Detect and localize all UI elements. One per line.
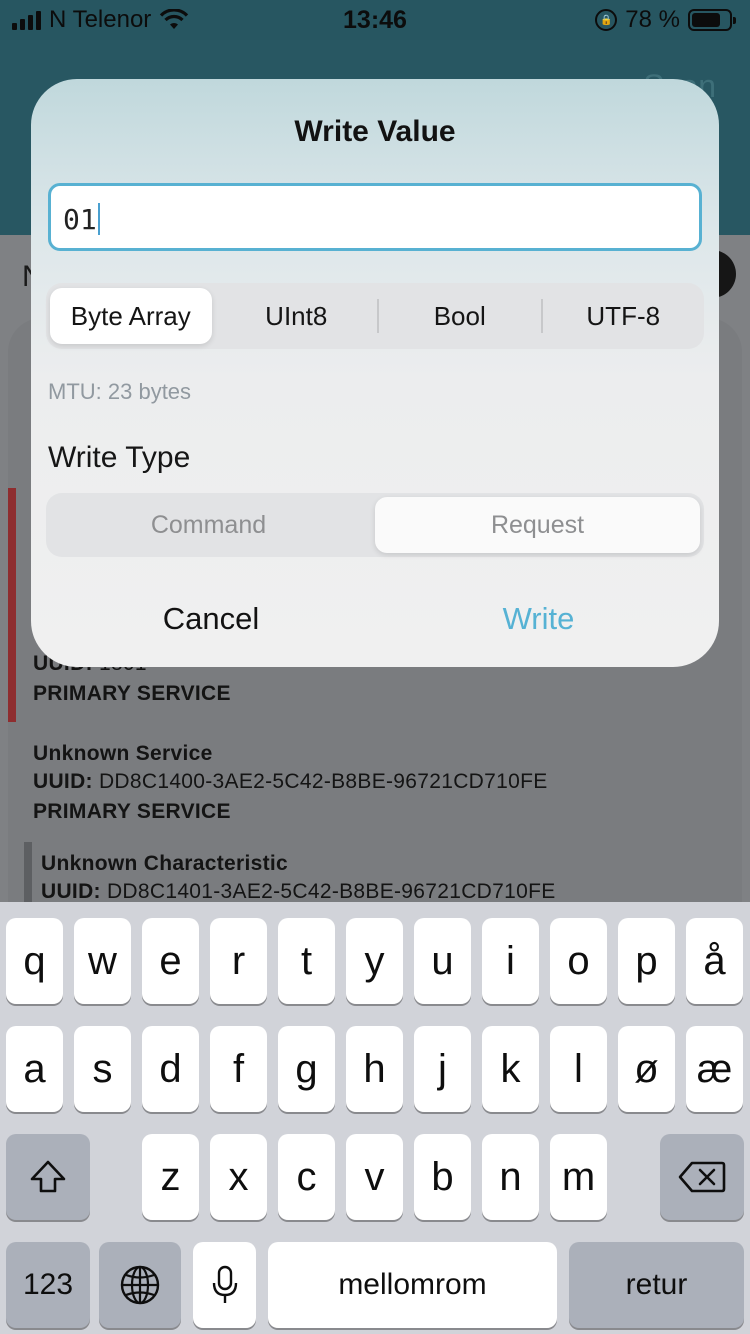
cancel-button[interactable]: Cancel bbox=[126, 601, 296, 637]
key-h[interactable]: h bbox=[346, 1026, 403, 1112]
dialog-title: Write Value bbox=[294, 115, 456, 148]
service-name-2[interactable]: Unknown Service bbox=[33, 742, 213, 766]
battery-fill bbox=[692, 13, 721, 27]
backspace-key[interactable] bbox=[660, 1134, 744, 1220]
uuid-label: UUID: bbox=[41, 880, 101, 903]
segment-uint8[interactable]: UInt8 bbox=[216, 288, 378, 344]
key-j[interactable]: j bbox=[414, 1026, 471, 1112]
key-e[interactable]: e bbox=[142, 918, 199, 1004]
battery-percent: 78 % bbox=[625, 6, 680, 33]
uuid-value: DD8C1400-3AE2-5C42-B8BE-96721CD710FE bbox=[98, 770, 548, 793]
characteristic-name[interactable]: Unknown Characteristic bbox=[41, 852, 288, 876]
key-m[interactable]: m bbox=[550, 1134, 607, 1220]
key-s[interactable]: s bbox=[74, 1026, 131, 1112]
key-n[interactable]: n bbox=[482, 1134, 539, 1220]
key-f[interactable]: f bbox=[210, 1026, 267, 1112]
key-w[interactable]: w bbox=[74, 918, 131, 1004]
microphone-icon bbox=[212, 1265, 237, 1303]
key-ae[interactable]: æ bbox=[686, 1026, 743, 1112]
write-type-label: Write Type bbox=[48, 441, 191, 474]
keyboard: q w e r t y u i o p å a s d f g h j k l … bbox=[0, 902, 750, 1334]
format-segmented-control: Byte Array UInt8 Bool UTF-8 bbox=[46, 283, 704, 349]
segment-command[interactable]: Command bbox=[46, 497, 371, 553]
key-i[interactable]: i bbox=[482, 918, 539, 1004]
service-kind-2: PRIMARY SERVICE bbox=[33, 800, 231, 823]
battery-icon bbox=[688, 9, 736, 31]
segment-bool[interactable]: Bool bbox=[379, 288, 541, 344]
key-q[interactable]: q bbox=[6, 918, 63, 1004]
backspace-icon bbox=[678, 1161, 726, 1193]
key-y[interactable]: y bbox=[346, 918, 403, 1004]
key-c[interactable]: c bbox=[278, 1134, 335, 1220]
key-l[interactable]: l bbox=[550, 1026, 607, 1112]
return-key[interactable]: retur bbox=[569, 1242, 744, 1328]
text-caret bbox=[97, 203, 100, 235]
key-r[interactable]: r bbox=[210, 918, 267, 1004]
shift-key[interactable] bbox=[6, 1134, 90, 1220]
space-key[interactable]: mellomrom bbox=[268, 1242, 557, 1328]
key-t[interactable]: t bbox=[278, 918, 335, 1004]
key-z[interactable]: z bbox=[142, 1134, 199, 1220]
key-o[interactable]: o bbox=[550, 918, 607, 1004]
key-k[interactable]: k bbox=[482, 1026, 539, 1112]
globe-icon bbox=[120, 1265, 160, 1305]
key-aa[interactable]: å bbox=[686, 918, 743, 1004]
status-bar: N Telenor 13:46 🔒 78 % bbox=[0, 0, 750, 40]
segment-byte-array[interactable]: Byte Array bbox=[50, 288, 212, 344]
uuid-value: DD8C1401-3AE2-5C42-B8BE-96721CD710FE bbox=[106, 880, 556, 903]
uuid-label: UUID: bbox=[33, 770, 93, 793]
service-kind-1: PRIMARY SERVICE bbox=[33, 682, 231, 705]
key-p[interactable]: p bbox=[618, 918, 675, 1004]
numbers-key[interactable]: 123 bbox=[6, 1242, 90, 1328]
mtu-info: MTU: 23 bytes bbox=[48, 379, 192, 404]
characteristic-uuid: UUID: DD8C1401-3AE2-5C42-B8BE-96721CD710… bbox=[41, 880, 556, 904]
key-a[interactable]: a bbox=[6, 1026, 63, 1112]
key-d[interactable]: d bbox=[142, 1026, 199, 1112]
segment-utf8[interactable]: UTF-8 bbox=[543, 288, 705, 344]
value-input[interactable]: 01 bbox=[48, 183, 702, 251]
key-oe[interactable]: ø bbox=[618, 1026, 675, 1112]
service-highlight-bar bbox=[8, 488, 16, 722]
key-b[interactable]: b bbox=[414, 1134, 471, 1220]
orientation-lock-icon: 🔒 bbox=[595, 9, 618, 31]
service-uuid-2: UUID: DD8C1400-3AE2-5C42-B8BE-96721CD710… bbox=[33, 770, 548, 794]
write-value-dialog: Write Value 01 Byte Array UInt8 Bool UTF… bbox=[31, 79, 719, 667]
dictation-key[interactable] bbox=[193, 1242, 256, 1328]
shift-icon bbox=[30, 1160, 66, 1193]
status-right: 🔒 78 % bbox=[595, 6, 736, 34]
key-g[interactable]: g bbox=[278, 1026, 335, 1112]
characteristic-bar bbox=[24, 842, 32, 906]
key-u[interactable]: u bbox=[414, 918, 471, 1004]
segment-request[interactable]: Request bbox=[375, 497, 700, 553]
value-input-text: 01 bbox=[63, 203, 97, 236]
globe-key[interactable] bbox=[99, 1242, 181, 1328]
key-v[interactable]: v bbox=[346, 1134, 403, 1220]
key-x[interactable]: x bbox=[210, 1134, 267, 1220]
write-button[interactable]: Write bbox=[451, 601, 626, 637]
write-type-segmented-control: Command Request bbox=[46, 493, 704, 557]
